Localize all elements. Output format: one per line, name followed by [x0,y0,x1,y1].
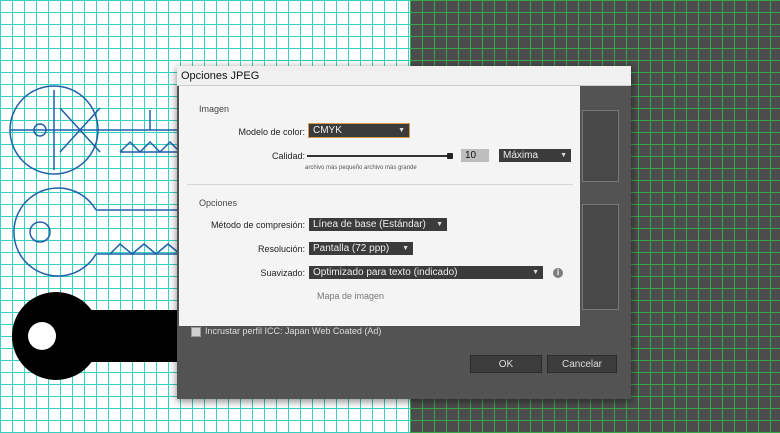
color-model-value: CMYK [313,125,342,136]
background-panel-bottom [582,204,619,310]
compression-dropdown[interactable]: Línea de base (Estándar) ▼ [309,218,447,231]
antialias-value: Optimizado para texto (indicado) [313,267,458,278]
key-outline-middle [13,187,200,277]
key-outline-top [9,85,200,175]
ok-button[interactable]: OK [470,355,542,373]
background-panel-top [582,110,619,182]
quality-label: Calidad: [271,151,305,161]
color-model-label: Modelo de color: [238,127,305,137]
options-panel: Imagen Modelo de color: CMYK ▼ Calidad: … [179,86,580,326]
key-artwork [9,85,200,380]
quality-slider-track[interactable] [307,155,453,157]
quality-preset-dropdown[interactable]: Máxima ▼ [499,149,571,162]
resolution-label: Resolución: [257,244,305,254]
image-section-heading: Imagen [199,104,230,114]
compression-value: Línea de base (Estándar) [313,219,426,230]
resolution-dropdown[interactable]: Pantalla (72 ppp) ▼ [309,242,413,255]
key-solid-bottom [12,292,200,380]
color-model-dropdown[interactable]: CMYK ▼ [308,123,410,138]
image-map-label: Mapa de imagen [317,291,385,301]
jpeg-options-dialog: Opciones JPEG Imagen Modelo de color: CM… [177,66,631,399]
dialog-title: Opciones JPEG [177,66,631,86]
quality-hint: archivo más pequeño archivo más grande [305,165,417,171]
icc-profile-label: Incrustar perfil ICC: Japan Web Coated (… [205,326,382,336]
chevron-down-icon: ▼ [560,152,567,159]
chevron-down-icon: ▼ [398,127,405,134]
antialias-dropdown[interactable]: Optimizado para texto (indicado) ▼ [309,266,543,279]
chevron-down-icon: ▼ [402,245,409,252]
quality-input[interactable]: 10 [461,149,489,162]
section-divider [187,184,573,185]
cancel-button[interactable]: Cancelar [547,355,617,373]
info-icon[interactable]: i [553,268,563,278]
icc-profile-checkbox[interactable] [191,327,201,337]
quality-preset-value: Máxima [503,150,539,161]
chevron-down-icon: ▼ [436,221,443,228]
quality-slider-handle[interactable] [447,153,453,159]
options-section-heading: Opciones [199,198,238,208]
compression-label: Método de compresión: [210,220,305,230]
antialias-label: Suavizado: [260,268,305,278]
resolution-value: Pantalla (72 ppp) [313,243,390,254]
chevron-down-icon: ▼ [532,269,539,276]
